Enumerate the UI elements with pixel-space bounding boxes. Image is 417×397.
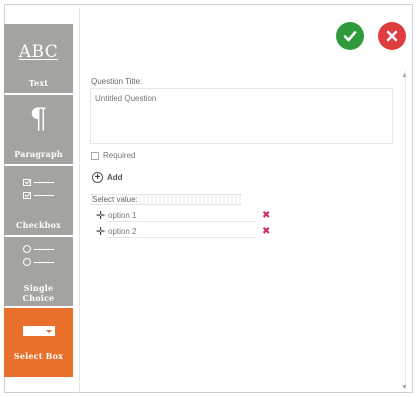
sidebar-item-label: Select Box xyxy=(13,351,64,361)
sidebar-item-paragraph[interactable]: ¶ Paragraph xyxy=(4,95,73,164)
drag-handle-icon[interactable]: ✛ xyxy=(96,211,106,222)
field-type-sidebar: ABC Text ¶ Paragraph Checkbox Single Cho… xyxy=(4,24,73,379)
required-label: Required xyxy=(103,151,136,160)
scrollbar-track[interactable] xyxy=(405,70,406,390)
select-value-header: Select value: xyxy=(91,194,241,205)
abc-text-icon: ABC xyxy=(18,42,59,62)
sidebar-item-checkbox[interactable]: Checkbox xyxy=(4,166,73,235)
plus-circle-icon: + xyxy=(92,172,103,183)
pilcrow-icon: ¶ xyxy=(29,102,48,135)
sidebar-item-label: Checkbox xyxy=(16,220,61,230)
option-row: ✛ ✖ xyxy=(96,210,270,222)
option-input[interactable] xyxy=(106,226,256,238)
remove-option-icon[interactable]: ✖ xyxy=(262,227,270,237)
select-value-label: Select value: xyxy=(92,195,140,204)
question-title-label: Question Title: xyxy=(91,77,143,86)
required-row: Required xyxy=(91,151,135,160)
sidebar-item-label: Paragraph xyxy=(14,149,63,159)
add-option-button[interactable]: + Add xyxy=(92,172,123,183)
scroll-down-icon[interactable]: ▼ xyxy=(401,384,408,391)
remove-option-icon[interactable]: ✖ xyxy=(262,211,270,221)
sidebar-item-select-box[interactable]: Select Box xyxy=(4,308,73,377)
option-row: ✛ ✖ xyxy=(96,226,270,238)
sidebar-divider xyxy=(79,8,80,393)
confirm-button[interactable] xyxy=(336,22,364,50)
cancel-button[interactable] xyxy=(378,22,406,50)
sidebar-item-label: Text xyxy=(28,78,49,88)
check-icon xyxy=(343,31,357,42)
scroll-up-icon[interactable]: ▲ xyxy=(401,72,408,79)
close-icon xyxy=(386,30,398,42)
sidebar-item-label: Single Choice xyxy=(22,283,55,303)
sidebar-item-text[interactable]: ABC Text xyxy=(4,24,73,93)
question-title-input[interactable]: Untitled Question xyxy=(90,88,393,144)
radio-list-icon xyxy=(4,245,73,266)
drag-handle-icon[interactable]: ✛ xyxy=(96,227,106,238)
sidebar-item-single-choice[interactable]: Single Choice xyxy=(4,237,73,306)
add-label: Add xyxy=(107,173,123,182)
required-checkbox[interactable] xyxy=(91,151,99,160)
checkbox-list-icon xyxy=(4,179,73,199)
select-box-icon xyxy=(4,326,73,336)
option-input[interactable] xyxy=(106,210,256,222)
